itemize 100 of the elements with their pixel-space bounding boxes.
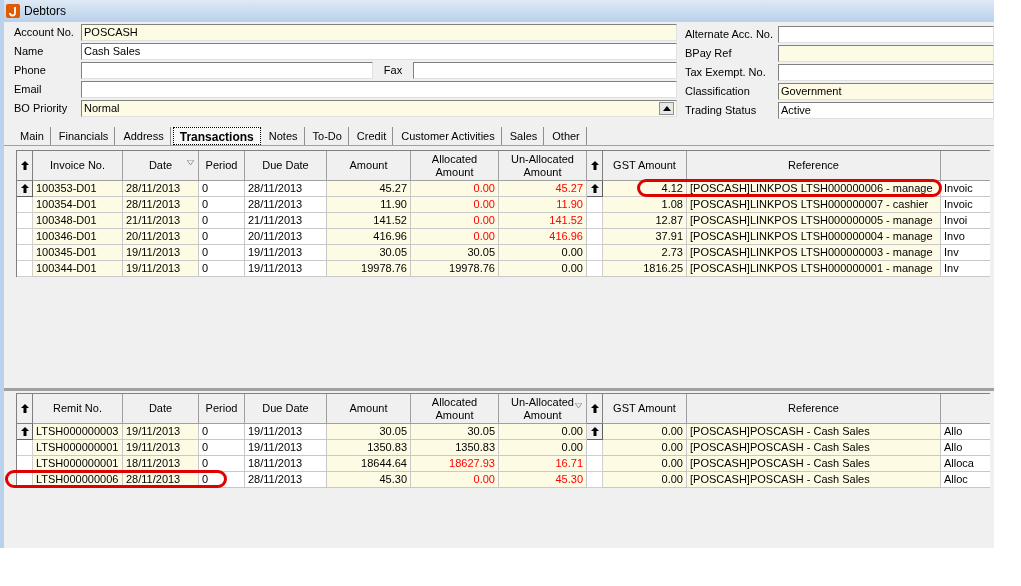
row-marker-header[interactable] <box>17 394 33 424</box>
field-label: Classification <box>685 84 751 100</box>
field-label: Email <box>14 82 43 98</box>
table-cell: 28/11/2013 <box>123 197 199 213</box>
input-field[interactable] <box>81 62 373 79</box>
column-header[interactable]: Invoice No. <box>33 151 123 181</box>
input-field[interactable] <box>413 62 677 79</box>
table-cell: 0.00 <box>603 456 687 472</box>
row-selector[interactable] <box>17 424 33 440</box>
table-cell: 37.91 <box>603 229 687 245</box>
table-cell: [POSCASH]LINKPOS LTSH000000005 - manage <box>687 213 941 229</box>
table-cell: 19/11/2013 <box>245 424 327 440</box>
field-label: Tax Exempt. No. <box>685 65 767 81</box>
table-cell: 18/11/2013 <box>245 456 327 472</box>
column-header[interactable]: Allocated Amount <box>411 394 499 424</box>
table-cell: 0.00 <box>499 245 587 261</box>
table-cell: 100353-D01 <box>33 181 123 197</box>
field-value: Active <box>781 103 812 118</box>
dropdown-button[interactable] <box>659 102 674 115</box>
table-cell: 16.71 <box>499 456 587 472</box>
field-value: Normal <box>84 101 121 116</box>
table-cell: 19/11/2013 <box>123 261 199 277</box>
up-arrow-icon <box>20 184 29 193</box>
column-header[interactable]: Date <box>123 151 199 181</box>
column-header[interactable]: Un-Allocated Amount <box>499 394 587 424</box>
table-cell: 19978.76 <box>327 261 411 277</box>
input-field[interactable] <box>81 81 677 98</box>
column-header[interactable]: Amount <box>327 151 411 181</box>
sort-icon <box>187 160 194 165</box>
column-header[interactable]: Reference <box>687 394 941 424</box>
row-marker-header[interactable] <box>587 394 603 424</box>
input-field[interactable]: Active <box>778 102 994 119</box>
tab[interactable]: Transactions <box>172 127 261 145</box>
table-cell: 1816.25 <box>603 261 687 277</box>
column-header[interactable]: Reference <box>687 151 941 181</box>
column-header[interactable]: Period <box>199 394 245 424</box>
up-caret-icon <box>662 106 671 111</box>
column-header[interactable] <box>941 394 990 424</box>
table-cell: 19/11/2013 <box>245 261 327 277</box>
window-title: Debtors <box>24 3 67 20</box>
input-field[interactable] <box>778 45 994 62</box>
table-cell: 100344-D01 <box>33 261 123 277</box>
column-header[interactable]: Remit No. <box>33 394 123 424</box>
input-field[interactable] <box>778 64 994 81</box>
table-cell: 0 <box>199 424 245 440</box>
table-cell: 18627.93 <box>411 456 499 472</box>
row-selector[interactable] <box>587 424 603 440</box>
row-marker-header[interactable] <box>17 151 33 181</box>
table-cell: [POSCASH]LINKPOS LTSH000000007 - cashier <box>687 197 941 213</box>
column-header[interactable] <box>941 151 990 181</box>
table-cell: 0.00 <box>603 424 687 440</box>
table-cell: 416.96 <box>327 229 411 245</box>
table-cell: Invoi <box>941 213 990 229</box>
table-cell: 0.00 <box>411 197 499 213</box>
table-cell: 19/11/2013 <box>123 245 199 261</box>
input-field[interactable]: Normal <box>81 100 677 117</box>
table-cell: 45.27 <box>327 181 411 197</box>
table-cell: 0.00 <box>499 261 587 277</box>
input-field[interactable]: Cash Sales <box>81 43 677 60</box>
input-field[interactable] <box>778 26 994 43</box>
column-header[interactable]: Allocated Amount <box>411 151 499 181</box>
table-cell: 18644.64 <box>327 456 411 472</box>
table-cell: 0.00 <box>499 424 587 440</box>
column-header[interactable]: Un-Allocated Amount <box>499 151 587 181</box>
table-cell: LTSH000000003 <box>33 424 123 440</box>
field-label: BO Priority <box>14 101 69 117</box>
column-header[interactable]: Due Date <box>245 151 327 181</box>
table-cell: 11.90 <box>327 197 411 213</box>
table-cell: 2.73 <box>603 245 687 261</box>
table-cell: 30.05 <box>327 245 411 261</box>
up-arrow-icon <box>590 427 599 436</box>
input-field[interactable]: Government <box>778 83 994 100</box>
table-cell: [POSCASH]LINKPOS LTSH000000001 - manage <box>687 261 941 277</box>
table-cell: 0.00 <box>411 229 499 245</box>
table-cell: [POSCASH]LINKPOS LTSH000000004 - manage <box>687 229 941 245</box>
table-cell: 0 <box>199 456 245 472</box>
row-marker-header[interactable] <box>587 151 603 181</box>
table-cell: 141.52 <box>499 213 587 229</box>
table-cell: 28/11/2013 <box>245 197 327 213</box>
row-selector[interactable] <box>17 181 33 197</box>
input-field[interactable]: POSCASH <box>81 24 677 41</box>
table-cell: 141.52 <box>327 213 411 229</box>
field-value: Cash Sales <box>84 44 142 59</box>
table-cell: 100348-D01 <box>33 213 123 229</box>
column-header[interactable]: GST Amount <box>603 151 687 181</box>
table-cell: 0.00 <box>411 472 499 488</box>
table-cell: [POSCASH]POSCASH - Cash Sales <box>687 472 941 488</box>
up-arrow-icon <box>20 161 29 170</box>
column-header[interactable]: Due Date <box>245 394 327 424</box>
table-cell: 0 <box>199 213 245 229</box>
table-cell: Alloc <box>941 472 990 488</box>
column-header[interactable]: Period <box>199 151 245 181</box>
up-arrow-icon <box>20 427 29 436</box>
app-logo-icon <box>6 4 20 18</box>
column-header[interactable]: Date <box>123 394 199 424</box>
column-header[interactable]: GST Amount <box>603 394 687 424</box>
table-cell: 0.00 <box>411 213 499 229</box>
column-header[interactable]: Amount <box>327 394 411 424</box>
table-cell: 0 <box>199 261 245 277</box>
row-selector[interactable] <box>587 181 603 197</box>
